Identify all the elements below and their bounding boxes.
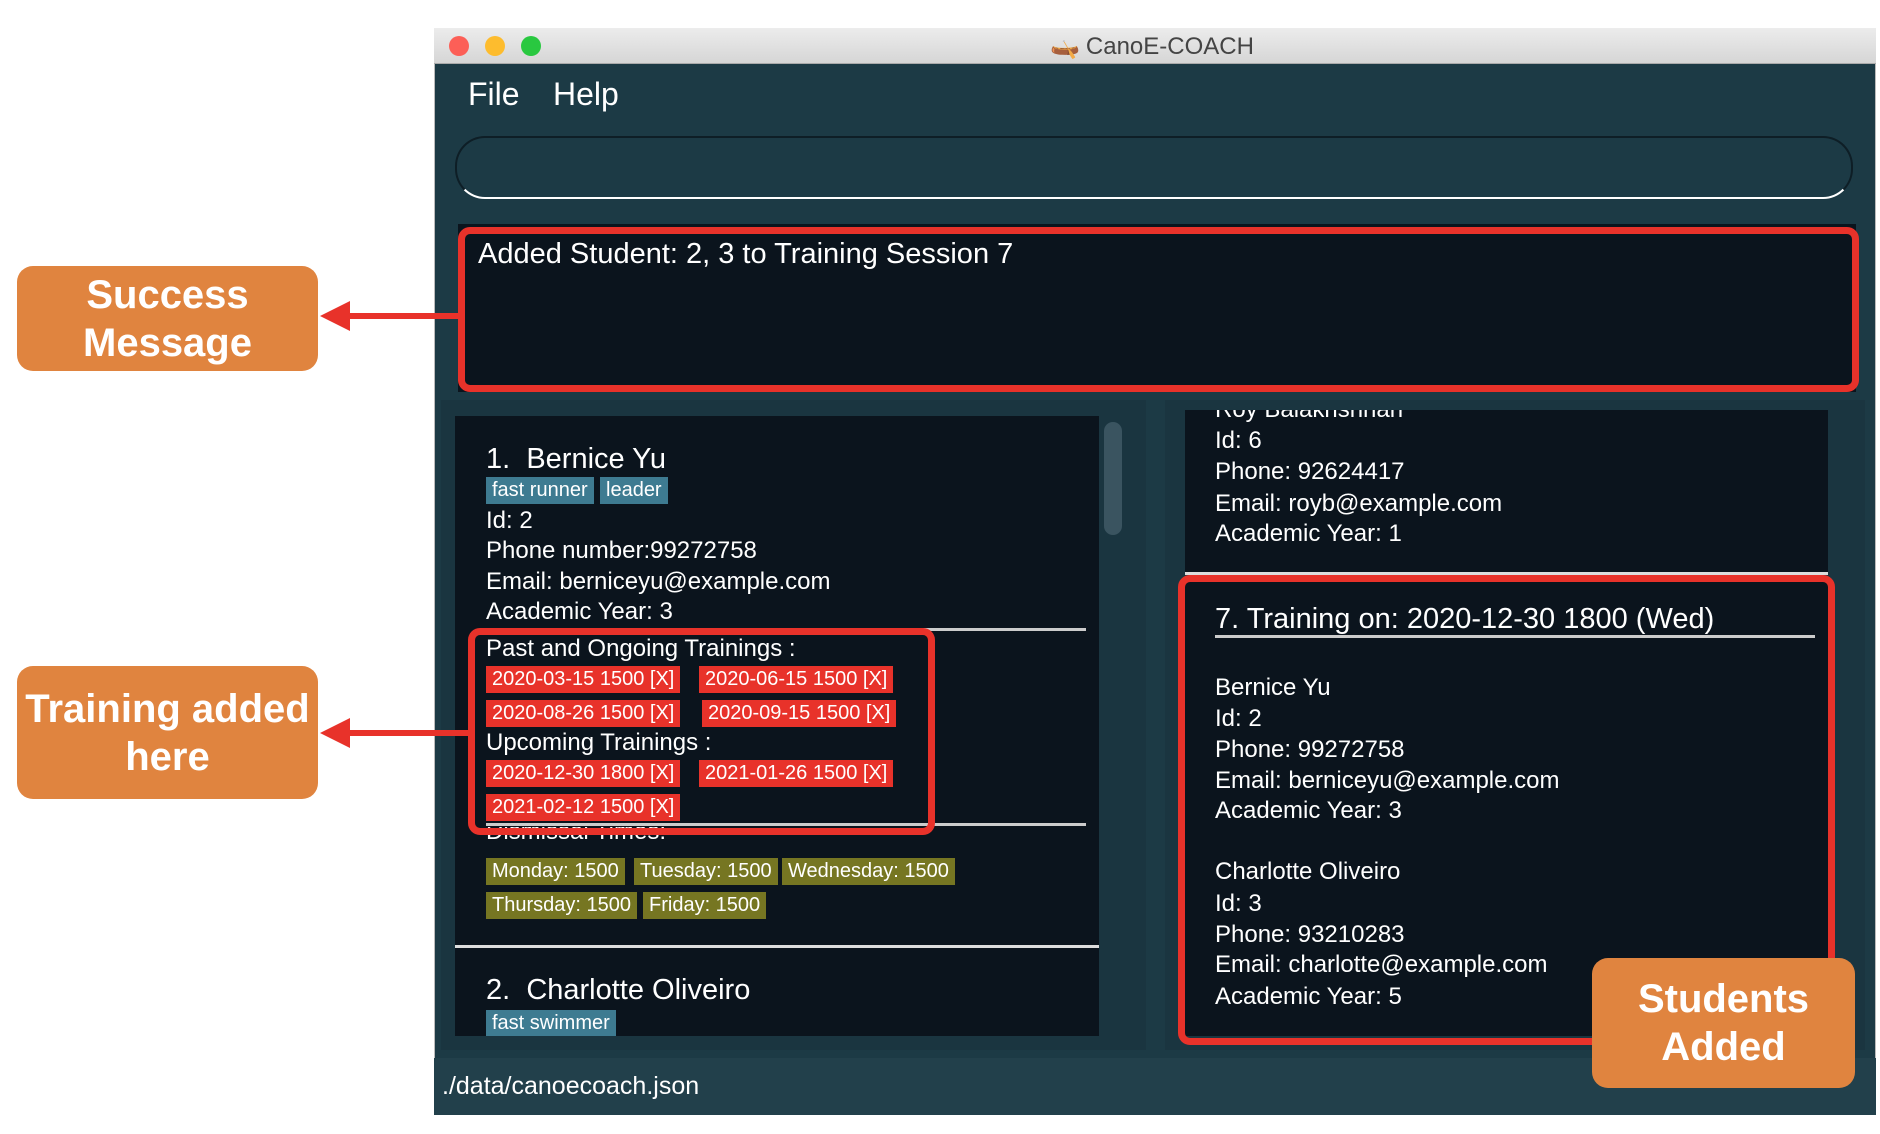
window-title: 🛶 CanoE-COACH	[1050, 32, 1254, 61]
student-year: Academic Year: 1	[1215, 520, 1402, 547]
scrollbar-thumb[interactable]	[1104, 422, 1122, 535]
arrow-left-icon	[320, 718, 350, 748]
close-button[interactable]	[449, 36, 469, 56]
student-year: Academic Year: 3	[486, 598, 673, 625]
canoe-icon: 🛶	[1050, 33, 1080, 60]
highlight-trainings	[468, 628, 935, 835]
dismissal-chip: Thursday: 1500	[486, 892, 637, 919]
command-input[interactable]	[455, 136, 1853, 199]
dismissal-chip: Monday: 1500	[486, 858, 625, 885]
maximize-button[interactable]	[521, 36, 541, 56]
arrow-left-icon	[320, 301, 350, 331]
student-name: Roy Balakrishnan	[1215, 410, 1403, 424]
student-id: Id: 6	[1215, 427, 1262, 454]
highlight-result	[458, 227, 1859, 392]
training-card-previous[interactable]: Roy Balakrishnan Id: 6 Phone: 92624417 E…	[1185, 410, 1828, 572]
student-email: Email: royb@example.com	[1215, 490, 1503, 517]
student-email: Email: berniceyu@example.com	[486, 568, 831, 595]
callout-success: Success Message	[17, 266, 318, 371]
student-phone: Phone: 92624417	[1215, 458, 1405, 485]
menu-file[interactable]: File	[468, 76, 520, 113]
data-file-path: ./data/canoecoach.json	[442, 1072, 700, 1100]
minimize-button[interactable]	[485, 36, 505, 56]
tag: leader	[600, 477, 668, 504]
dismissal-chip: Tuesday: 1500	[634, 858, 778, 885]
arrow-line	[345, 313, 460, 319]
callout-training: Training added here	[17, 666, 318, 799]
student-phone: Phone number:99272758	[486, 537, 757, 564]
student-name: 1. Bernice Yu	[486, 443, 667, 475]
tag: fast runner	[486, 477, 594, 504]
student-id: Id: 2	[486, 507, 533, 534]
menu-help[interactable]: Help	[553, 76, 619, 113]
callout-students: Students Added	[1592, 958, 1855, 1088]
dismissal-chip: Friday: 1500	[643, 892, 767, 919]
dismissal-chip: Wednesday: 1500	[782, 858, 955, 885]
card-separator	[455, 945, 1099, 948]
student-card[interactable]: 2. Charlotte Oliveiro fast swimmer	[455, 949, 1099, 1036]
student-name: 2. Charlotte Oliveiro	[486, 974, 751, 1006]
tag: fast swimmer	[486, 1010, 616, 1036]
arrow-line	[345, 730, 470, 736]
